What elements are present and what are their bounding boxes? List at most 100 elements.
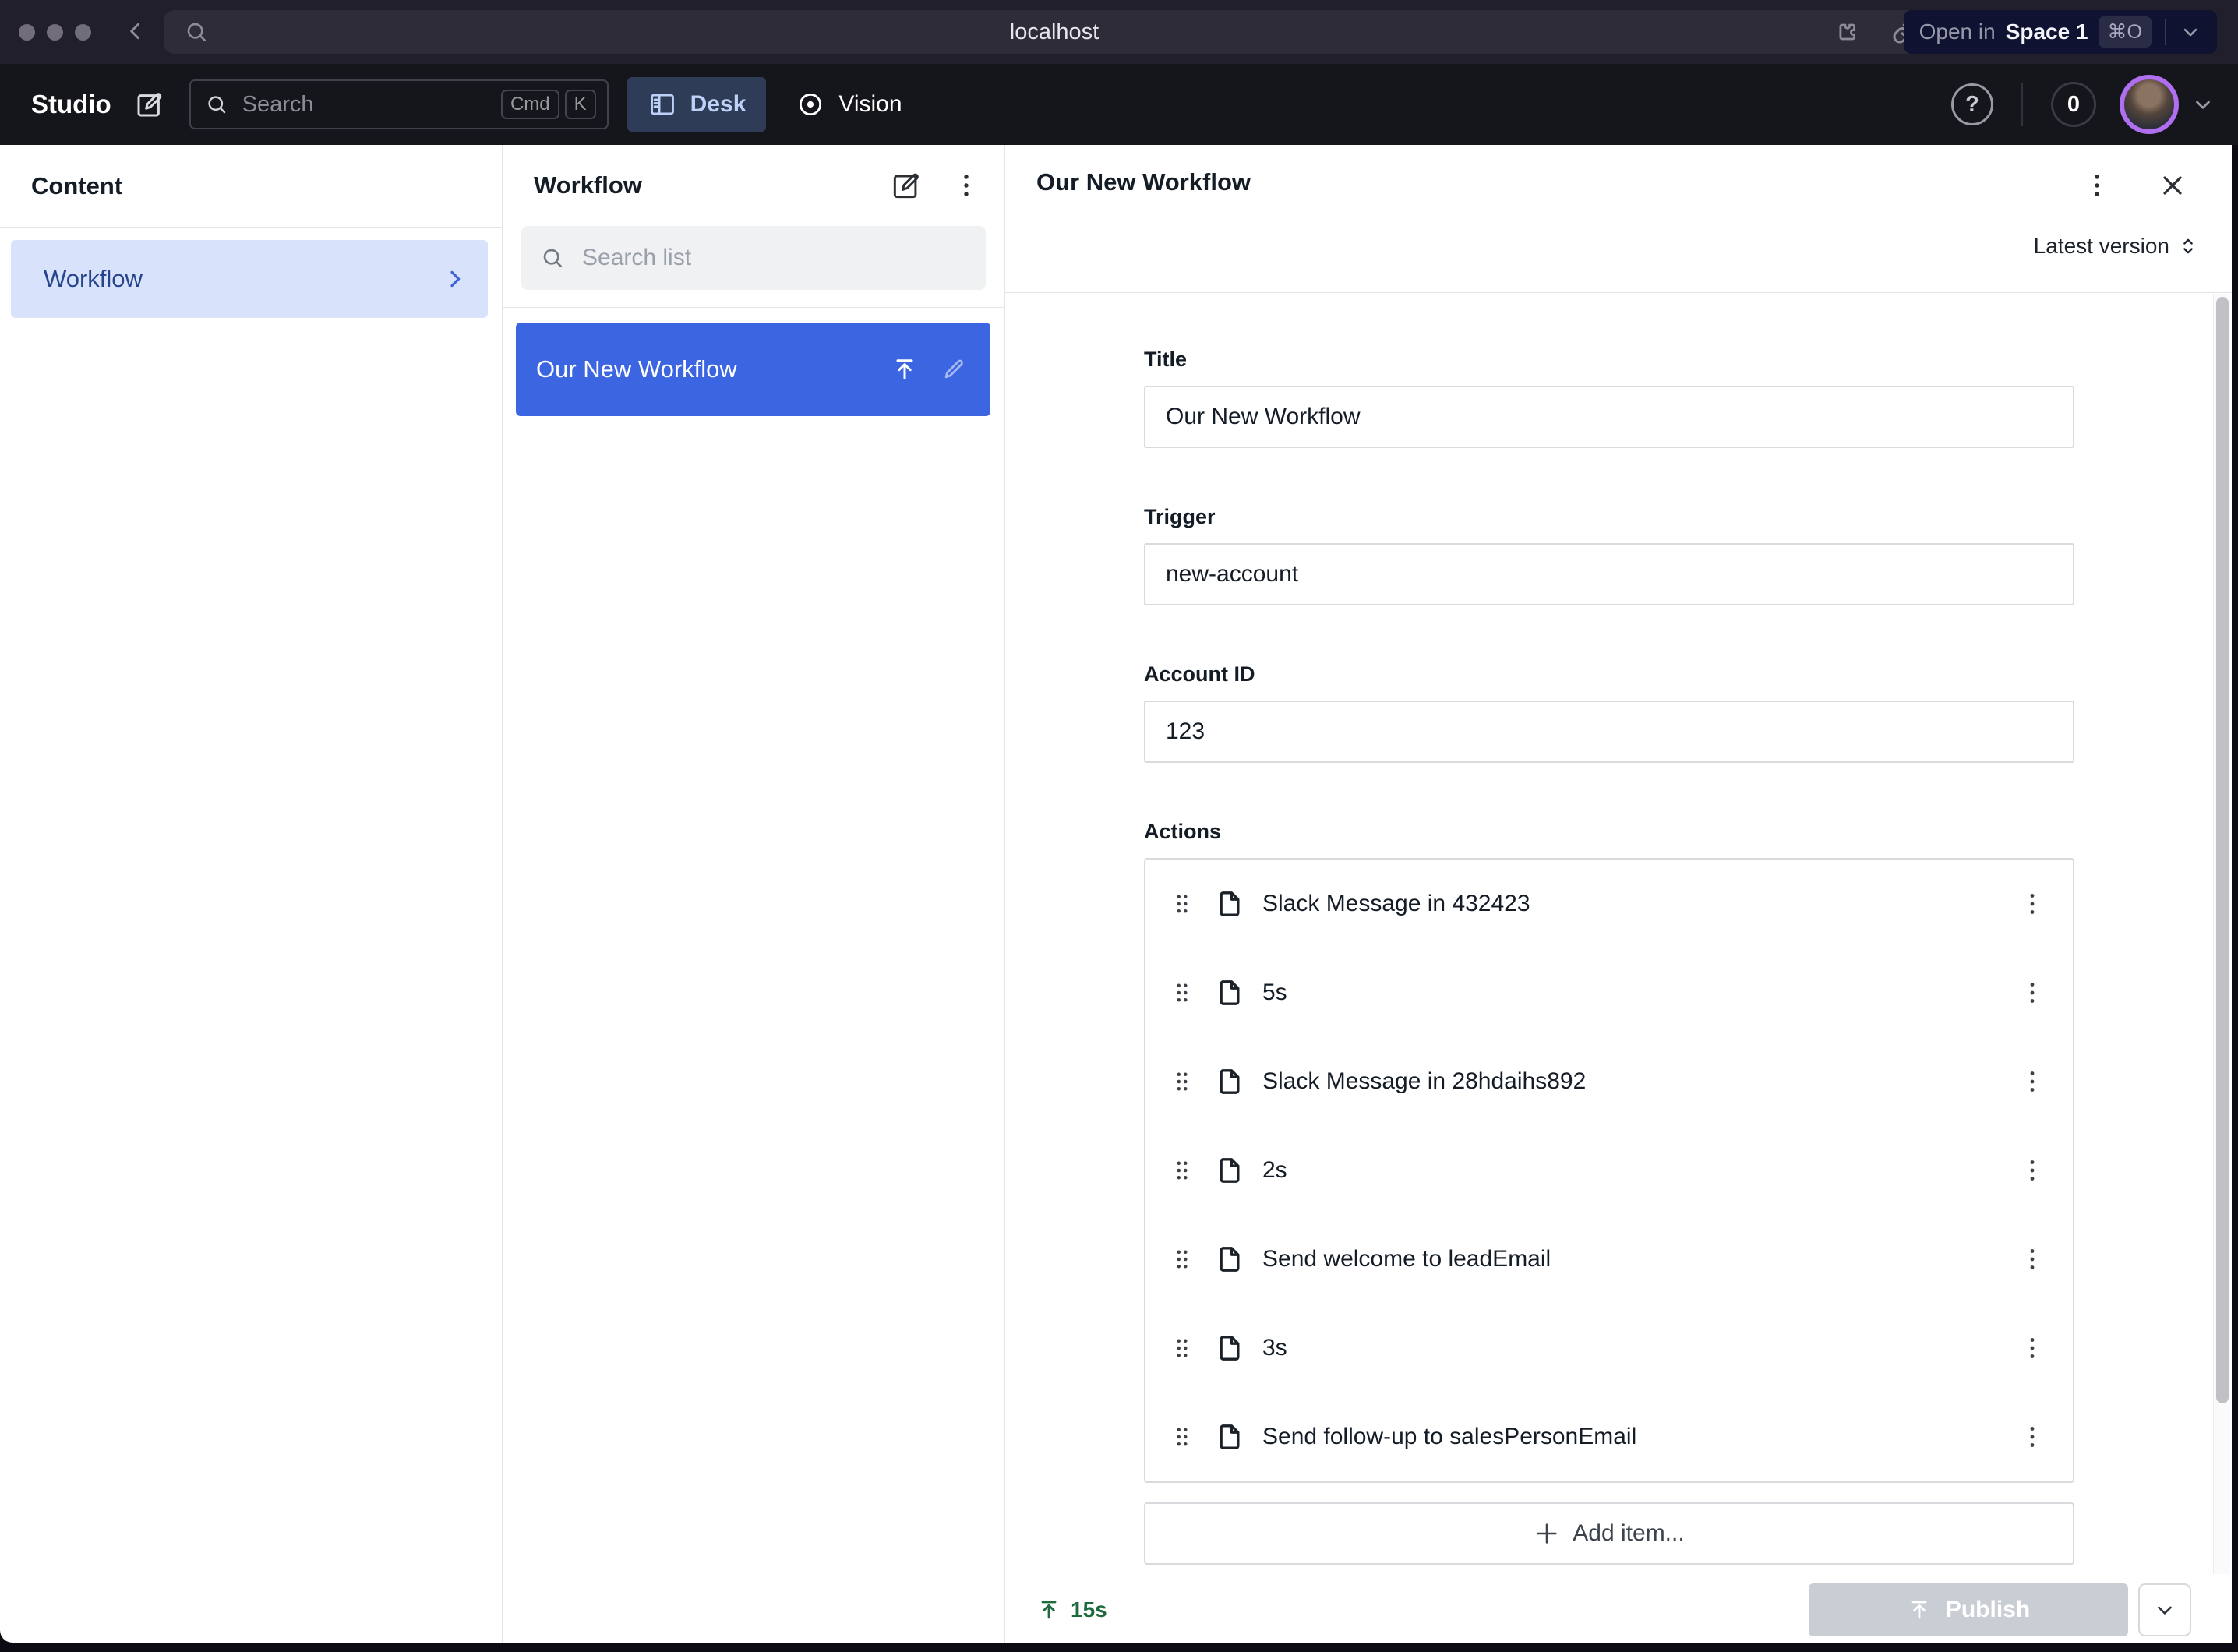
close-icon[interactable] — [2157, 170, 2188, 201]
document-pane-title: Our New Workflow — [1036, 168, 1251, 196]
tasks-count-badge[interactable]: 0 — [2051, 82, 2096, 127]
scrollbar-thumb[interactable] — [2216, 297, 2229, 1403]
form-field: Account ID — [1144, 662, 2074, 763]
open-in-space-button[interactable]: Open in Space 1 ⌘O — [1904, 10, 2217, 54]
action-item[interactable]: 5s — [1145, 948, 2073, 1037]
drag-handle-icon[interactable] — [1169, 1157, 1195, 1184]
form-field: Title — [1144, 348, 2074, 448]
drag-handle-icon[interactable] — [1169, 1335, 1195, 1361]
kebab-menu-icon[interactable] — [2018, 1156, 2046, 1184]
window-close-button[interactable] — [19, 24, 35, 41]
action-item[interactable]: Slack Message in 28hdaihs892 — [1145, 1037, 2073, 1126]
action-item[interactable]: 2s — [1145, 1126, 2073, 1215]
scrollbar-track[interactable] — [2213, 294, 2230, 1574]
version-select[interactable]: Latest version — [2034, 234, 2199, 259]
document-footer: 15s Publish — [1005, 1576, 2232, 1643]
action-item[interactable]: Send follow-up to salesPersonEmail — [1145, 1393, 2073, 1481]
field-input[interactable] — [1144, 386, 2074, 448]
sidebar-item-label: Workflow — [44, 265, 143, 293]
kebab-menu-icon[interactable] — [2082, 171, 2112, 200]
action-item-label: Send follow-up to salesPersonEmail — [1262, 1424, 1636, 1450]
publish-arrow-icon — [1036, 1597, 1061, 1622]
kebab-menu-icon[interactable] — [2018, 1334, 2046, 1362]
list-search[interactable] — [521, 226, 986, 290]
create-document-icon[interactable] — [889, 168, 923, 203]
kebab-menu-icon[interactable] — [2018, 979, 2046, 1007]
drag-handle-icon[interactable] — [1169, 1246, 1195, 1273]
field-label: Account ID — [1144, 662, 2074, 687]
chevron-down-icon[interactable] — [2180, 21, 2201, 43]
action-item[interactable]: Slack Message in 432423 — [1145, 860, 2073, 948]
vision-eye-icon — [796, 90, 825, 119]
document-icon — [1214, 977, 1245, 1008]
open-shortcut-badge: ⌘O — [2099, 16, 2152, 48]
new-document-button[interactable] — [133, 88, 166, 121]
global-search-input[interactable] — [241, 91, 501, 118]
sidebar-item-workflow[interactable]: Workflow — [11, 240, 488, 318]
window-minimize-button[interactable] — [47, 24, 63, 41]
chevron-right-icon — [443, 267, 468, 291]
list-pane-title: Workflow — [534, 171, 642, 199]
drag-handle-icon[interactable] — [1169, 891, 1195, 917]
tab-vision[interactable]: Vision — [775, 77, 922, 132]
kebab-menu-icon[interactable] — [2018, 1068, 2046, 1096]
document-list-item-selected[interactable]: Our New Workflow — [516, 323, 990, 416]
publish-menu-button[interactable] — [2138, 1583, 2191, 1636]
compose-icon — [133, 88, 166, 121]
app-title: Studio — [31, 90, 111, 119]
kebab-menu-icon[interactable] — [2018, 890, 2046, 918]
workspace-panes: Content Workflow Workflow Our New Work — [0, 145, 2232, 1643]
document-icon — [1214, 888, 1245, 920]
help-button[interactable]: ? — [1951, 83, 1993, 125]
drag-handle-icon[interactable] — [1169, 1424, 1195, 1450]
field-label: Trigger — [1144, 505, 2074, 529]
content-pane-title: Content — [31, 172, 122, 200]
kebab-menu-icon[interactable] — [951, 171, 981, 200]
window-zoom-button[interactable] — [75, 24, 91, 41]
action-item[interactable]: 3s — [1145, 1304, 2073, 1393]
action-item-label: Slack Message in 28hdaihs892 — [1262, 1068, 1586, 1095]
chevron-down-icon[interactable] — [2191, 93, 2215, 116]
drag-handle-icon[interactable] — [1169, 1068, 1195, 1095]
tasks-count: 0 — [2067, 92, 2080, 118]
field-input[interactable] — [1144, 543, 2074, 605]
divider — [2021, 83, 2023, 126]
window-controls — [19, 24, 91, 41]
action-item[interactable]: Send welcome to leadEmail — [1145, 1215, 2073, 1304]
list-search-input[interactable] — [581, 244, 967, 272]
address-bar[interactable]: localhost — [164, 10, 1945, 54]
form-field: Trigger — [1144, 505, 2074, 605]
action-item-label: 5s — [1262, 980, 1287, 1006]
url-text: localhost — [164, 19, 1945, 45]
add-item-button[interactable]: Add item... — [1144, 1502, 2074, 1565]
document-form: Title Trigger Account ID Actions — [1005, 294, 2213, 1576]
field-label: Title — [1144, 348, 2074, 372]
browser-back-button[interactable] — [123, 19, 148, 44]
desk-panes-icon — [648, 90, 677, 119]
kebab-menu-icon[interactable] — [2018, 1245, 2046, 1273]
space-name: Space 1 — [2006, 19, 2088, 44]
global-search[interactable]: Cmd K — [189, 79, 609, 129]
chevron-down-icon — [2153, 1598, 2176, 1622]
user-avatar[interactable] — [2120, 75, 2179, 134]
action-item-label: 3s — [1262, 1335, 1287, 1361]
document-icon — [1214, 1155, 1245, 1186]
select-chevrons-icon — [2177, 235, 2199, 257]
publish-button[interactable]: Publish — [1809, 1583, 2128, 1636]
tab-desk[interactable]: Desk — [627, 77, 767, 132]
search-icon — [205, 93, 228, 116]
workflow-list-pane: Workflow Our New Workflow — [503, 145, 1005, 1643]
open-in-label: Open in — [1919, 19, 1996, 44]
kebab-menu-icon[interactable] — [2018, 1423, 2046, 1451]
publish-duration: 15s — [1071, 1597, 1107, 1622]
document-icon — [1214, 1421, 1245, 1453]
action-item-label: Slack Message in 432423 — [1262, 891, 1530, 917]
drag-handle-icon[interactable] — [1169, 980, 1195, 1006]
field-input[interactable] — [1144, 701, 2074, 763]
action-item-label: 2s — [1262, 1157, 1287, 1184]
publish-time[interactable]: 15s — [1036, 1597, 1107, 1622]
action-item-label: Send welcome to leadEmail — [1262, 1246, 1551, 1273]
draft-pencil-icon — [941, 356, 967, 383]
actions-label: Actions — [1144, 820, 2074, 844]
publish-button-label: Publish — [1946, 1597, 2030, 1623]
